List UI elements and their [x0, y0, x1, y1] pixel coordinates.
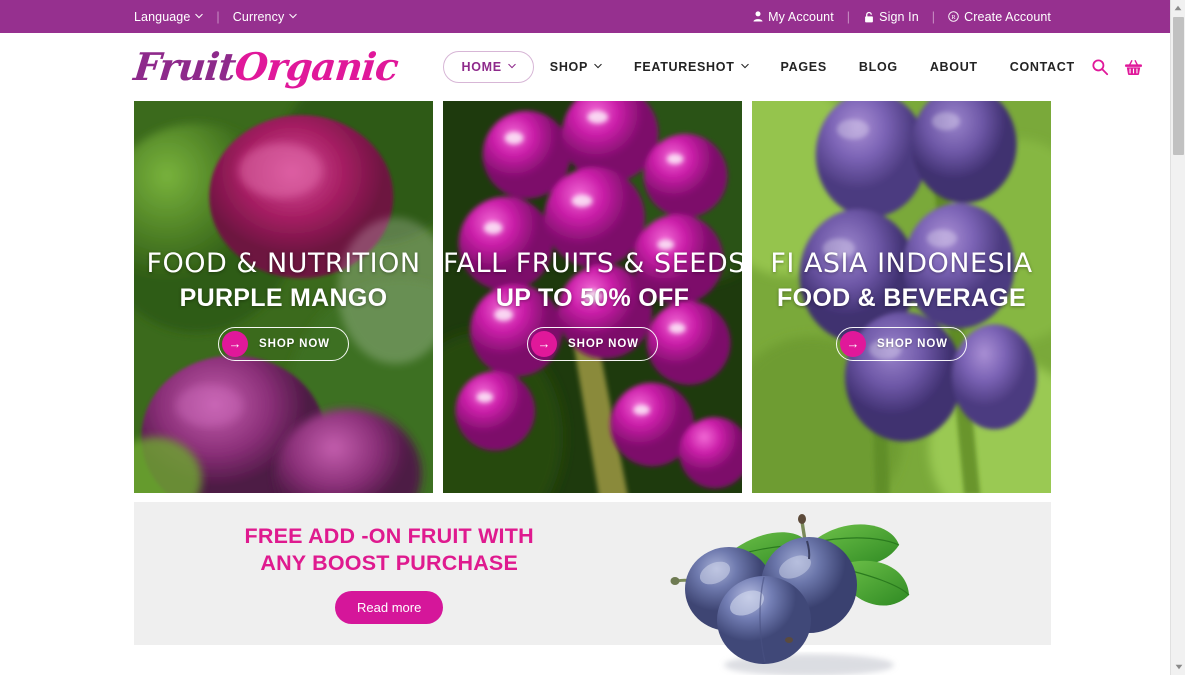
promo-banner: FREE ADD -ON FRUIT WITH ANY BOOST PURCHA…: [134, 502, 1051, 675]
language-selector[interactable]: Language: [134, 9, 204, 24]
hero-banner-row: FOOD & NUTRITION PURPLE MANGO → SHOP NOW: [0, 101, 1185, 493]
banner-2-headline: FALL FRUITS & SEEDS: [443, 248, 742, 279]
banner-3-headline: FI ASIA INDONESIA: [770, 248, 1033, 279]
logo-part-fruit: Fruit: [131, 44, 238, 89]
nav-label-pages: PAGES: [780, 60, 827, 74]
shopping-basket-icon[interactable]: [1124, 58, 1143, 77]
nav-label-about: ABOUT: [929, 60, 978, 74]
logo-part-organic: Organic: [232, 44, 400, 89]
utility-topbar: Language | Currency My Account | Sign In…: [0, 0, 1185, 33]
banner-1-subhead: PURPLE MANGO: [179, 283, 388, 312]
banner-2-cta-label: SHOP NOW: [568, 337, 639, 350]
create-account-link[interactable]: R Create Account: [948, 10, 1051, 24]
banner-1-shop-now-button[interactable]: → SHOP NOW: [218, 326, 349, 361]
banner-1-headline: FOOD & NUTRITION: [146, 248, 421, 279]
arrow-right-icon: →: [840, 330, 867, 357]
nav-item-blog[interactable]: BLOG: [843, 52, 914, 82]
main-navigation: HOME SHOP FEATURESHOT PAGES BLOG ABOUT C…: [443, 51, 1090, 83]
topbar-right-group: My Account | Sign In | R Create Account: [752, 10, 1185, 24]
chevron-down-icon: [195, 12, 204, 20]
banner-3-content: FI ASIA INDONESIA FOOD & BEVERAGE → SHOP…: [752, 249, 1051, 361]
nav-item-pages[interactable]: PAGES: [765, 52, 843, 82]
banner-2-subhead: UP TO 50% OFF: [495, 283, 690, 312]
banner-1-content: FOOD & NUTRITION PURPLE MANGO → SHOP NOW: [134, 249, 433, 361]
banner-2-content: FALL FRUITS & SEEDS UP TO 50% OFF → SHOP…: [443, 249, 742, 361]
banner-3-cta-label: SHOP NOW: [877, 337, 948, 350]
nav-label-contact: CONTACT: [1009, 60, 1075, 74]
topbar-divider: |: [931, 9, 936, 24]
hero-banner-3[interactable]: FI ASIA INDONESIA FOOD & BEVERAGE → SHOP…: [752, 101, 1051, 493]
banner-3-shop-now-button[interactable]: → SHOP NOW: [836, 326, 967, 361]
banner-3-subhead: FOOD & BEVERAGE: [777, 283, 1026, 312]
site-header: FruitOrganic HOME SHOP FEATURESHOT PAGES…: [0, 33, 1185, 101]
banner-2-shop-now-button[interactable]: → SHOP NOW: [527, 326, 658, 361]
site-logo[interactable]: FruitOrganic: [132, 44, 400, 89]
currency-selector[interactable]: Currency: [233, 10, 298, 24]
hero-banner-2[interactable]: FALL FRUITS & SEEDS UP TO 50% OFF → SHOP…: [443, 101, 742, 493]
nav-item-contact[interactable]: CONTACT: [994, 52, 1091, 82]
create-account-label: Create Account: [964, 9, 1051, 24]
banner-1-cta-label: SHOP NOW: [259, 337, 330, 350]
my-account-link[interactable]: My Account: [752, 10, 834, 24]
nav-label-shop: SHOP: [549, 60, 589, 74]
topbar-divider: |: [846, 9, 851, 24]
chevron-down-icon: [594, 62, 602, 70]
user-icon: [752, 10, 763, 23]
scrollbar-thumb[interactable]: [1173, 17, 1184, 155]
currency-label: Currency: [232, 9, 285, 24]
sign-in-label: Sign In: [879, 9, 919, 24]
sign-in-link[interactable]: Sign In: [863, 10, 919, 24]
language-label: Language: [134, 9, 191, 24]
chevron-down-icon: [289, 12, 298, 20]
promo-heading-line-2: ANY BOOST PURCHASE: [260, 551, 518, 575]
search-icon[interactable]: [1091, 58, 1110, 77]
registered-icon: R: [948, 10, 959, 23]
nav-item-home[interactable]: HOME: [443, 51, 534, 83]
lock-icon: [863, 10, 874, 23]
header-action-icons: [1091, 58, 1143, 77]
svg-text:R: R: [951, 14, 956, 21]
nav-item-featureshot[interactable]: FEATURESHOT: [618, 52, 765, 82]
promo-section-wrapper: FREE ADD -ON FRUIT WITH ANY BOOST PURCHA…: [0, 502, 1185, 675]
scroll-down-arrow-icon[interactable]: [1171, 659, 1185, 675]
my-account-label: My Account: [768, 9, 834, 24]
read-more-button[interactable]: Read more: [335, 590, 444, 624]
nav-label-blog: BLOG: [858, 60, 898, 74]
topbar-divider: |: [216, 9, 220, 24]
nav-label-featureshot: FEATURESHOT: [634, 60, 735, 74]
arrow-right-icon: →: [531, 330, 558, 357]
arrow-right-icon: →: [222, 330, 249, 357]
chevron-down-icon: [740, 62, 749, 70]
nav-item-about[interactable]: ABOUT: [914, 52, 994, 82]
topbar-left-group: Language | Currency: [134, 9, 298, 24]
page-scrollbar[interactable]: [1170, 0, 1185, 675]
promo-heading-line-1: FREE ADD -ON FRUIT WITH: [244, 524, 534, 549]
promo-text-block: FREE ADD -ON FRUIT WITH ANY BOOST PURCHA…: [134, 523, 638, 624]
plums-image: [659, 507, 959, 675]
page-viewport: Language | Currency My Account | Sign In…: [0, 0, 1185, 675]
hero-banner-1[interactable]: FOOD & NUTRITION PURPLE MANGO → SHOP NOW: [134, 101, 433, 493]
scroll-up-arrow-icon[interactable]: [1171, 0, 1185, 16]
nav-label-home: HOME: [461, 60, 502, 74]
chevron-down-icon: [508, 62, 516, 70]
nav-item-shop[interactable]: SHOP: [534, 52, 618, 82]
